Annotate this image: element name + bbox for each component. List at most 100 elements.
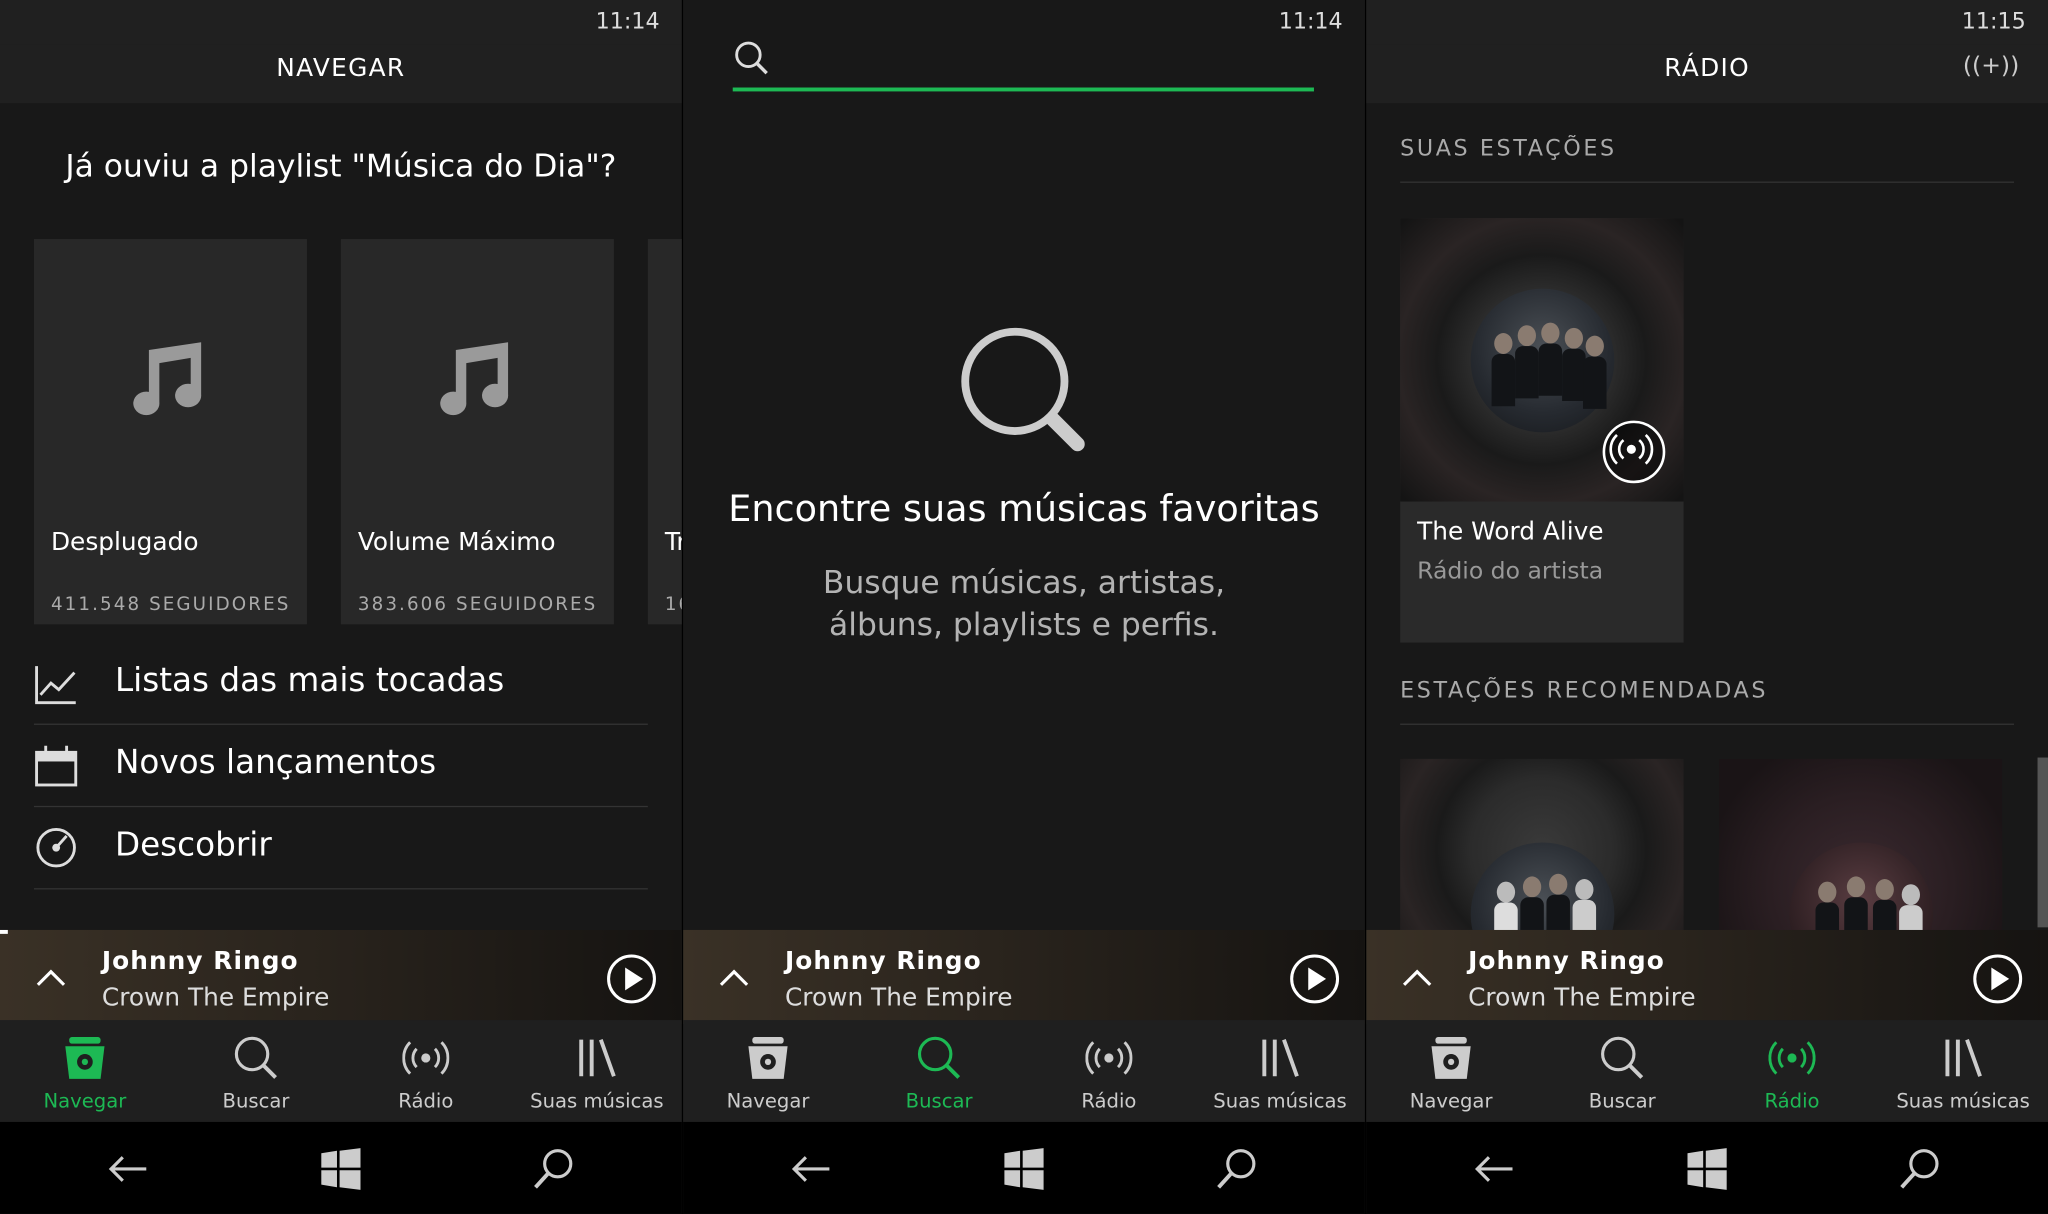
music-note-icon [34,337,307,434]
add-station-icon[interactable]: ((+)) [1963,52,2019,79]
empty-state-subtitle: Busque músicas, artistas, álbuns, playli… [822,564,1226,643]
playlist-card[interactable]: Tr 16 [647,239,682,625]
chevron-up-icon[interactable] [718,963,749,994]
browse-icon [748,1037,788,1079]
browse-icon [1431,1037,1471,1079]
playlist-name: Desplugado [50,527,199,557]
now-playing-bar[interactable]: Johnny Ringo Crown The Empire [683,929,1365,1024]
list-item-label: Descobrir [114,825,272,864]
nav-search[interactable]: Buscar [171,1020,341,1122]
playlist-followers: 411.548 SEGUIDORES [50,594,291,616]
now-playing-bar[interactable]: Johnny Ringo Crown The Empire [1366,929,2048,1024]
back-icon[interactable] [788,1145,835,1192]
track-title: Johnny Ringo [101,946,299,976]
page-title: NAVEGAR [276,53,406,83]
windows-icon[interactable] [317,1145,364,1192]
clock: 11:14 [595,9,660,36]
nav-radio[interactable]: Rádio [1707,1020,1877,1122]
chevron-up-icon[interactable] [35,963,66,994]
back-icon[interactable] [1471,1145,1518,1192]
browse-icon [65,1037,105,1079]
discover-icon [36,827,76,868]
station-artwork [1400,218,1684,502]
chart-icon [35,666,76,705]
music-note-icon [341,337,614,434]
list-item-new-releases[interactable]: Novos lançamentos [33,725,648,808]
station-type: Rádio do artista [1417,557,1604,586]
bottom-nav: Navegar Buscar Rádio Suas músicas [1366,1020,2048,1122]
nav-label: Rádio [398,1089,454,1113]
list-item-discover[interactable]: Descobrir [33,807,648,890]
calendar-icon [35,745,78,787]
recommended-station-card[interactable] [1400,758,1684,942]
search-field[interactable] [732,39,1314,92]
track-artist: Crown The Empire [1468,983,1696,1013]
search-icon [234,1036,277,1079]
divider [1400,723,2015,725]
track-title: Johnny Ringo [784,946,982,976]
nav-label: Buscar [905,1089,973,1113]
track-title: Johnny Ringo [1468,946,1665,976]
radio-header: RÁDIO ((+)) [1366,44,2048,104]
list-item-charts[interactable]: Listas das mais tocadas [33,643,648,725]
nav-search[interactable]: Buscar [854,1020,1024,1122]
list-item-label: Novos lançamentos [114,743,437,782]
nav-library[interactable]: Suas músicas [512,1020,682,1122]
screenshot-stage: 11:14 NAVEGAR Já ouviu a playlist "Músic… [0,0,2048,1214]
search-input[interactable] [784,39,1313,87]
clock: 11:15 [1961,9,2026,36]
nav-library[interactable]: Suas músicas [1878,1020,2048,1122]
back-icon[interactable] [104,1145,151,1192]
list-item-label: Listas das mais tocadas [114,660,505,699]
library-icon [1262,1039,1299,1077]
nav-label: Suas músicas [1213,1089,1347,1113]
playlist-followers: 16 [664,594,682,616]
playlist-name: Volume Máximo [357,527,556,557]
nav-browse[interactable]: Navegar [683,1020,853,1122]
nav-library[interactable]: Suas músicas [1195,1020,1365,1122]
band-photo [1470,287,1614,432]
chevron-up-icon[interactable] [1401,963,1432,994]
recommended-station-card[interactable] [1718,758,2003,942]
system-nav-bar [683,1121,1365,1214]
page-title: RÁDIO [1664,53,1750,83]
radio-icon [1768,1041,1816,1075]
section-header-your-stations: SUAS ESTAÇÕES [1400,135,1617,162]
divider [1400,181,2015,183]
scrollbar[interactable] [2037,757,2048,928]
windows-icon[interactable] [1684,1145,1731,1192]
station-card[interactable]: The Word Alive Rádio do artista [1400,218,1684,643]
radio-icon [1085,1041,1133,1075]
nav-label: Rádio [1081,1089,1137,1113]
promo-title: Já ouviu a playlist "Música do Dia"? [65,147,617,185]
playlist-name: Tr [664,527,682,557]
nav-browse[interactable]: Navegar [1366,1020,1536,1122]
search-icon [735,41,768,75]
status-bar: 11:14 [0,0,682,45]
radio-icon [402,1041,450,1075]
nav-label: Navegar [43,1089,127,1113]
nav-radio[interactable]: Rádio [341,1020,511,1122]
play-button[interactable] [1972,953,2023,1004]
bottom-nav: Navegar Buscar Rádio Suas músicas [0,1020,682,1122]
browse-screen: 11:14 NAVEGAR Já ouviu a playlist "Músic… [0,0,682,1214]
nav-search[interactable]: Buscar [1537,1020,1707,1122]
cortana-search-icon[interactable] [1213,1145,1260,1192]
nav-label: Buscar [1588,1089,1656,1113]
playlist-card[interactable]: Volume Máximo 383.606 SEGUIDORES [340,239,614,625]
playlist-card[interactable]: Desplugado 411.548 SEGUIDORES [33,239,307,625]
nav-radio[interactable]: Rádio [1024,1020,1194,1122]
band-photo [1470,842,1614,942]
now-playing-bar[interactable]: Johnny Ringo Crown The Empire [0,929,682,1024]
bottom-nav: Navegar Buscar Rádio Suas músicas [683,1020,1365,1122]
nav-browse[interactable]: Navegar [0,1020,170,1122]
play-button[interactable] [606,953,657,1004]
windows-icon[interactable] [1000,1145,1047,1192]
system-nav-bar [0,1121,682,1214]
station-name: The Word Alive [1417,517,1604,546]
library-icon [579,1039,616,1077]
cortana-search-icon[interactable] [1896,1145,1943,1192]
play-button[interactable] [1289,953,1340,1004]
cortana-search-icon[interactable] [530,1145,577,1192]
search-icon [917,1036,961,1079]
